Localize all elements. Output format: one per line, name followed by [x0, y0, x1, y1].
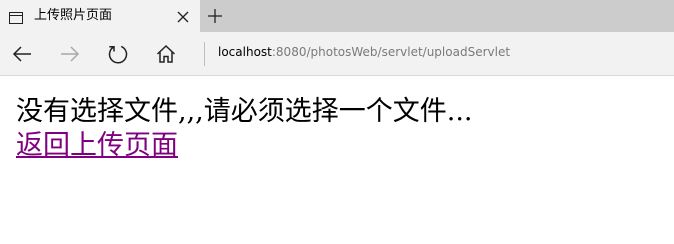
- browser-tab[interactable]: 上传照片页面: [0, 0, 200, 32]
- back-to-upload-link[interactable]: 返回上传页面: [16, 130, 178, 161]
- page-icon: [9, 9, 23, 24]
- navigation-toolbar: localhost:8080/photosWeb/servlet/uploadS…: [0, 32, 674, 76]
- close-icon[interactable]: [176, 9, 190, 23]
- tab-strip: 上传照片页面: [0, 0, 674, 32]
- error-message: 没有选择文件,,,请必须选择一个文件...: [16, 96, 473, 127]
- page-content: 没有选择文件,,,请必须选择一个文件... 返回上传页面: [16, 95, 666, 163]
- refresh-icon[interactable]: [106, 42, 130, 66]
- url-path: :8080/photosWeb/servlet/uploadServlet: [271, 45, 511, 59]
- address-bar[interactable]: localhost:8080/photosWeb/servlet/uploadS…: [218, 43, 510, 61]
- tab-title: 上传照片页面: [34, 8, 113, 23]
- url-host: localhost: [218, 45, 272, 59]
- arrow-right-icon[interactable]: [58, 42, 82, 66]
- home-icon[interactable]: [154, 42, 178, 66]
- arrow-left-icon[interactable]: [10, 42, 34, 66]
- plus-icon[interactable]: [206, 7, 224, 25]
- address-divider: [204, 42, 205, 66]
